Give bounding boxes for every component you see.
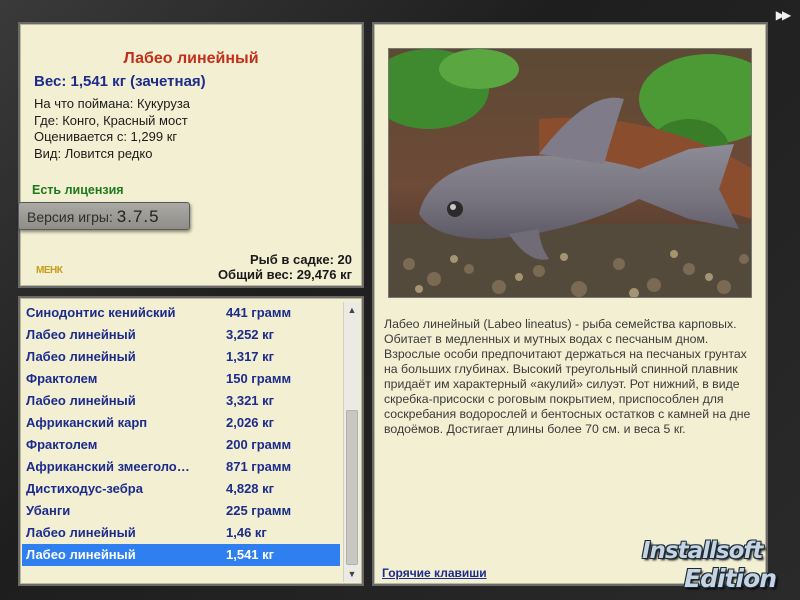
- list-item[interactable]: Убанги 225 грамм: [22, 500, 340, 522]
- catch-fish-weight: 1,46 кг: [226, 525, 267, 540]
- catch-fish-weight: 871 грамм: [226, 459, 292, 474]
- catch-fish-name: Фрактолем: [26, 371, 98, 386]
- catch-list-scrollbar[interactable]: ▲ ▼: [343, 302, 360, 582]
- valued-from-text: Оценивается с: 1,299 кг: [34, 129, 178, 144]
- catch-fish-name: Лабео линейный: [26, 525, 136, 540]
- catch-fish-weight: 150 грамм: [226, 371, 292, 386]
- scroll-up-icon[interactable]: ▲: [344, 302, 360, 318]
- caught-on-text: На что поймана: Кукуруза: [34, 96, 191, 111]
- version-badge: Версия игры: 3.7.5: [18, 202, 190, 230]
- catch-fish-weight: 1,541 кг: [226, 547, 275, 562]
- scroll-down-icon[interactable]: ▼: [344, 566, 360, 582]
- fish-details: На что поймана: Кукуруза Где: Конго, Кра…: [34, 96, 190, 162]
- fish-weight: Вес: 1,541 кг (зачетная): [34, 73, 206, 90]
- catch-fish-weight: 2,026 кг: [226, 415, 275, 430]
- fish-info-panel: Лабео линейный Вес: 1,541 кг (зачетная) …: [18, 22, 364, 288]
- rarity-text: Вид: Ловится редко: [34, 145, 153, 161]
- cage-stats: Рыб в садке: 20 Общий вес: 29,476 кг: [218, 252, 352, 282]
- fish-title: Лабео линейный: [123, 50, 259, 67]
- list-item[interactable]: Фрактолем 150 грамм: [22, 368, 340, 390]
- version-label: Версия игры:: [27, 209, 113, 225]
- catch-fish-name: Лабео линейный: [26, 327, 136, 342]
- fish-photo: [388, 48, 752, 298]
- list-item[interactable]: Лабео линейный 1,317 кг: [22, 346, 340, 368]
- catch-fish-name: Африканский карп: [26, 415, 148, 430]
- fish-details-panel: Лабео линейный (Labeo lineatus) - рыба с…: [372, 22, 768, 586]
- catch-fish-weight: 3,321 кг: [226, 393, 275, 408]
- list-item[interactable]: Африканский карп 2,026 кг: [22, 412, 340, 434]
- fish-photo-image: [389, 49, 751, 297]
- brand-line-2: Edition: [684, 564, 777, 593]
- catch-fish-weight: 1,317 кг: [226, 349, 275, 364]
- list-item[interactable]: Лабео линейный 3,252 кг: [22, 324, 340, 346]
- license-status: Есть лицензия: [32, 183, 124, 197]
- list-item[interactable]: Дистиходус-зебра 4,828 кг: [22, 478, 340, 500]
- catch-fish-name: Лабео линейный: [26, 349, 136, 364]
- list-item[interactable]: Синодонтис кенийский 441 грамм: [22, 302, 340, 324]
- scroll-thumb[interactable]: [346, 410, 358, 565]
- catch-fish-weight: 3,252 кг: [226, 327, 275, 342]
- list-item[interactable]: Лабео линейный 1,46 кг: [22, 522, 340, 544]
- catch-fish-name: Синодонтис кенийский: [26, 305, 176, 320]
- list-item[interactable]: Лабео линейный 3,321 кг: [22, 390, 340, 412]
- next-arrow-icon[interactable]: ▶▶: [770, 8, 794, 22]
- catch-fish-weight: 4,828 кг: [226, 481, 275, 496]
- catch-fish-name: Дистиходус-зебра: [26, 481, 143, 496]
- list-item[interactable]: Африканский змееголо… 871 грамм: [22, 456, 340, 478]
- location-text: Где: Конго, Красный мост: [34, 112, 188, 128]
- hotkeys-link[interactable]: Горячие клавиши: [382, 566, 487, 580]
- catch-list-panel: Синодонтис кенийский 441 грамм Лабео линей…: [18, 296, 364, 586]
- catch-fish-name: Убанги: [26, 503, 71, 518]
- list-item[interactable]: Лабео линейный 1,541 кг: [22, 544, 340, 566]
- version-number: 3.7.5: [116, 207, 160, 226]
- fish-count: Рыб в садке: 20: [249, 252, 352, 267]
- installsoft-logo: Installsoft Edition: [642, 530, 794, 596]
- total-weight: Общий вес: 29,476 кг: [217, 267, 352, 282]
- catch-fish-name: Лабео линейный: [26, 393, 136, 408]
- catch-fish-name: Фрактолем: [26, 437, 98, 452]
- catch-fish-name: Африканский змееголо…: [26, 459, 190, 474]
- catch-fish-weight: 225 грамм: [226, 503, 292, 518]
- small-logo: МЕНК: [36, 265, 63, 276]
- catch-fish-weight: 441 грамм: [226, 305, 292, 320]
- fish-description: Лабео линейный (Labeo lineatus) - рыба с…: [384, 317, 751, 436]
- catch-fish-weight: 200 грамм: [226, 437, 292, 452]
- brand-line-1: Installsoft: [642, 538, 763, 564]
- catch-fish-name: Лабео линейный: [26, 547, 136, 562]
- list-item[interactable]: Фрактолем 200 грамм: [22, 434, 340, 456]
- catch-list: Синодонтис кенийский 441 грамм Лабео линей…: [22, 302, 340, 566]
